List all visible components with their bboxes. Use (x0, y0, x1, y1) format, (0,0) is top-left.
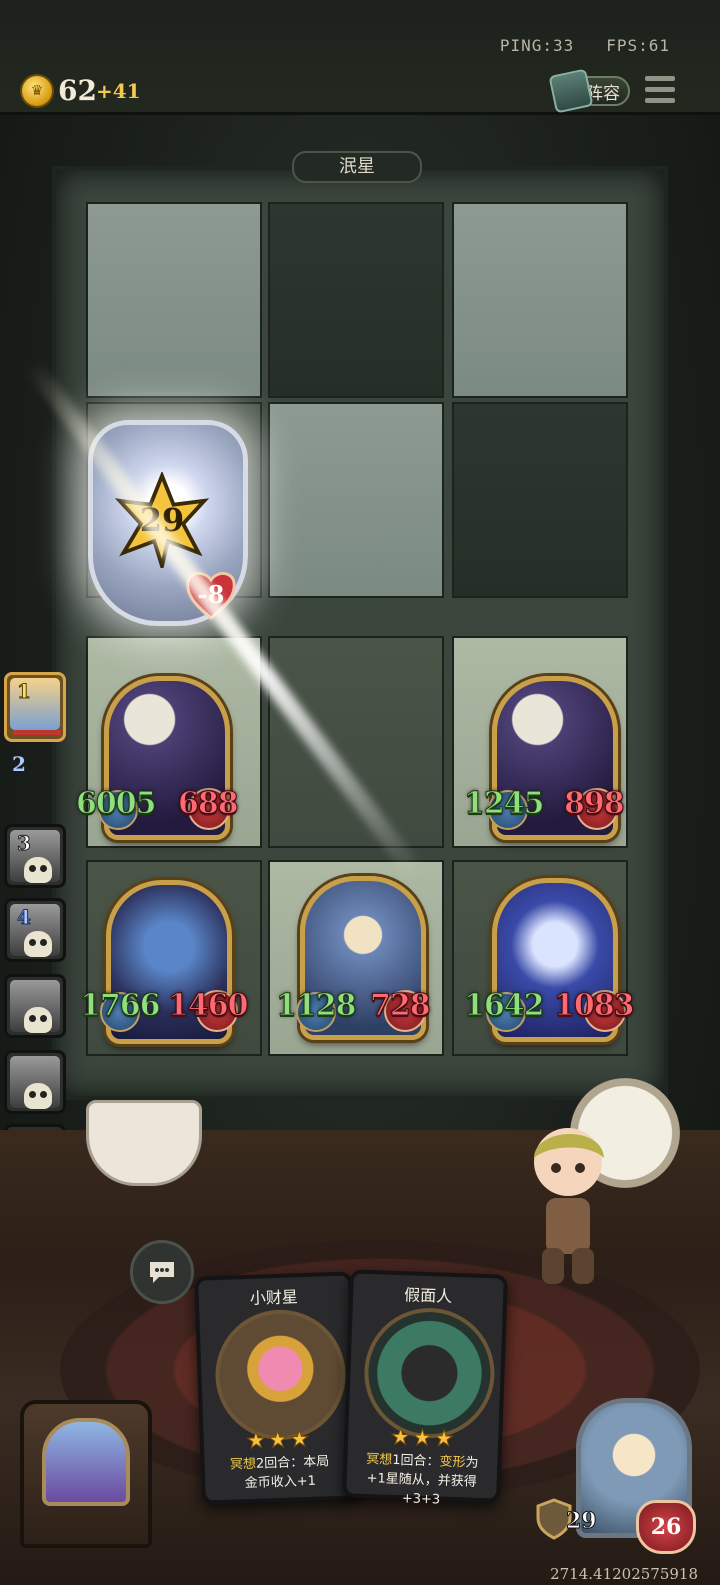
card-stars: ★★★ (390, 1424, 457, 1453)
card-name: 假面人 (403, 1285, 453, 1306)
roster-rank: 4 (17, 905, 32, 930)
unit-attack: 1245 (464, 786, 545, 822)
gold-amount: 62 (58, 74, 97, 107)
hero-armor: 29 (566, 1508, 598, 1535)
tavern-keeper-character (534, 1128, 604, 1284)
skull-icon (24, 857, 52, 883)
hand-card[interactable]: 假面人 ★★★ 冥想1回合：变形为 +1星随从，并获得+3+3 (342, 1269, 508, 1508)
hero-health: 26 (636, 1500, 696, 1554)
roster-rank: 3 (17, 831, 32, 856)
roster-player[interactable]: 3 (4, 824, 66, 888)
roster-player[interactable]: 1 (4, 672, 66, 742)
card-art (362, 1305, 497, 1441)
roster-rank: 1 (17, 679, 32, 704)
roster-player[interactable] (4, 974, 66, 1038)
hamburger-menu-icon[interactable] (645, 76, 675, 104)
hand-card[interactable]: 小财星 ★★★ 冥想2回合：本局 金币收入+1 (194, 1271, 360, 1505)
skull-icon (24, 931, 52, 957)
card-name: 小财星 (249, 1287, 299, 1308)
unit-health: 688 (178, 786, 240, 822)
card-keyword: 冥想 (229, 1456, 257, 1473)
unit-attack: 6005 (76, 786, 157, 822)
card-keyword: 冥想 (365, 1451, 393, 1468)
board-cell[interactable] (268, 202, 444, 398)
board-cell[interactable] (268, 636, 444, 848)
card-description: 冥想2回合：本局 金币收入+1 (210, 1452, 349, 1495)
unit-health: 1460 (168, 988, 249, 1024)
card-art (213, 1307, 348, 1443)
skull-icon (24, 1083, 52, 1109)
unit-attack: 1766 (80, 988, 161, 1024)
card-desc-text: 金币收入+1 (244, 1473, 317, 1492)
card-desc-text: 1回合： (391, 1452, 440, 1470)
chat-bubble-icon (150, 1262, 174, 1283)
chat-button[interactable] (130, 1240, 194, 1304)
board-cell[interactable] (452, 402, 628, 598)
gold-income: +41 (96, 79, 141, 103)
fps-label: FPS:61 (606, 36, 670, 55)
roster-player[interactable]: 4 (4, 898, 66, 962)
lineup-book-icon (548, 68, 594, 114)
player-health-bar (13, 730, 61, 735)
game-seed: 2714.41202575918 (550, 1565, 698, 1583)
teacup-decoration (86, 1100, 202, 1186)
skull-icon (24, 1007, 52, 1033)
gold-coin-icon: ♛ (22, 76, 52, 106)
roster-player[interactable] (4, 1050, 66, 1114)
board-title: 泯星 (292, 151, 422, 183)
unit-attack: 1128 (276, 988, 357, 1024)
unit-health: 1083 (554, 988, 635, 1024)
unit-health: 728 (370, 988, 432, 1024)
roster-rank: 2 (12, 752, 26, 776)
card-desc-text: 为 (465, 1455, 479, 1471)
board-cell[interactable] (268, 402, 444, 598)
board-cell[interactable] (86, 202, 262, 398)
card-desc-text: +1星随从，并获得+3+3 (366, 1471, 478, 1508)
shop-portal-window (42, 1418, 130, 1506)
card-keyword: 变形 (439, 1454, 466, 1471)
card-desc-text: 2回合：本局 (255, 1454, 330, 1472)
card-stars: ★★★ (245, 1426, 312, 1455)
board-cell[interactable] (452, 202, 628, 398)
unit-attack: 1642 (464, 988, 545, 1024)
unit-health: 898 (564, 786, 626, 822)
network-stats: PING:33 FPS:61 (500, 36, 670, 55)
ping-label: PING:33 (499, 36, 575, 55)
card-description: 冥想1回合：变形为 +1星随从，并获得+3+3 (352, 1450, 492, 1512)
